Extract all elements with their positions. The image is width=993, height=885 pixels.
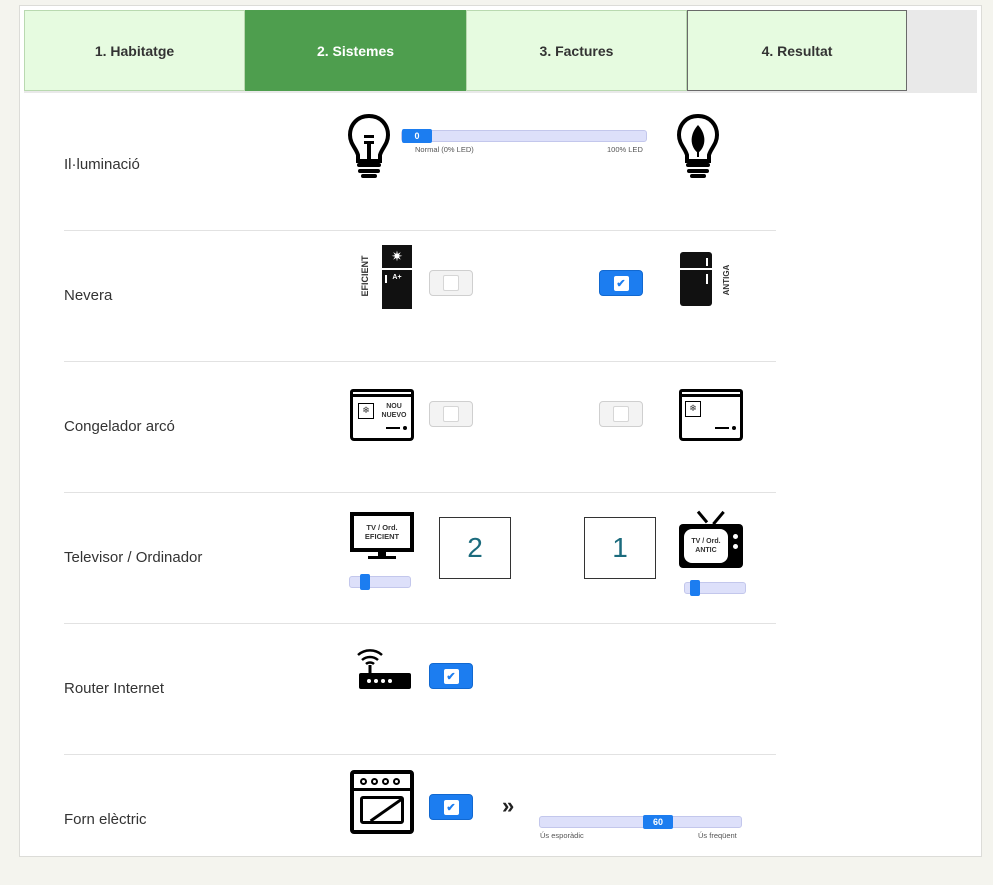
old-fridge-text: ANTIGA	[722, 264, 731, 296]
old-tv-line2: ANTIC	[695, 547, 717, 554]
tv-label: Televisor / Ordinador	[64, 548, 203, 566]
row-oven: Forn elèctric ✔ » 60 Ús esporàdic Ús fre…	[64, 754, 776, 885]
efficient-fridge-text: EFICIENT	[360, 255, 370, 297]
old-freezer-icon: ❄	[679, 389, 743, 441]
wizard-tabs: 1. Habitatge 2. Sistemes 3. Factures 4. …	[24, 10, 977, 93]
chevron-right-icon: »	[502, 793, 515, 818]
oven-max-label: Ús freqüent	[698, 831, 737, 840]
old-fridge-icon: ANTIGA	[680, 250, 738, 310]
router-label: Router Internet	[64, 679, 165, 697]
efficient-tv-line2: EFICIENT	[364, 532, 400, 541]
router-icon	[357, 649, 411, 689]
efficient-tv-count[interactable]: 2	[439, 517, 511, 579]
old-freezer-checkbox[interactable]	[599, 401, 643, 427]
old-tv-slider[interactable]	[684, 580, 746, 596]
check-icon: ✔	[443, 668, 459, 684]
tab-factures[interactable]: 3. Factures	[466, 10, 687, 91]
efficient-tv-line1: TV / Ord.	[366, 523, 398, 532]
oven-min-label: Ús esporàdic	[540, 831, 584, 840]
efficiency-star-icon: ✷	[391, 248, 403, 264]
tab-sistemes[interactable]: 2. Sistemes	[245, 10, 466, 91]
router-checkbox[interactable]: ✔	[429, 663, 473, 689]
old-tv-slider-handle[interactable]	[690, 580, 700, 596]
efficient-fridge-checkbox[interactable]	[429, 270, 473, 296]
row-freezer: Congelador arcó ❄ NOU NUEVO ❄	[64, 361, 776, 493]
tab-habitatge[interactable]: 1. Habitatge	[24, 10, 245, 91]
check-icon: ✔	[443, 799, 459, 815]
oven-icon	[350, 770, 414, 834]
old-fridge-checkbox[interactable]: ✔	[599, 270, 643, 296]
app-page: 1. Habitatge 2. Sistemes 3. Factures 4. …	[19, 5, 982, 857]
energy-class: A+	[392, 274, 402, 281]
new-freezer-line1: NOU	[386, 403, 402, 410]
new-freezer-checkbox[interactable]	[429, 401, 473, 427]
new-freezer-icon: ❄ NOU NUEVO	[350, 389, 414, 441]
freezer-label: Congelador arcó	[64, 417, 175, 435]
efficient-tv-slider-handle[interactable]	[360, 574, 370, 590]
oven-label: Forn elèctric	[64, 810, 147, 828]
row-tv: Televisor / Ordinador TV / Ord. EFICIENT…	[64, 492, 776, 624]
row-fridge: Nevera EFICIENT ✷ A+ ✔ ANTIGA	[64, 230, 776, 362]
old-tv-line1: TV / Ord.	[691, 538, 721, 545]
led-max-label: 100% LED	[607, 145, 643, 154]
eco-lightbulb-icon	[676, 113, 720, 178]
led-slider[interactable]: 0	[401, 129, 647, 143]
old-tv-count[interactable]: 1	[584, 517, 656, 579]
fridge-label: Nevera	[64, 286, 113, 304]
oven-usage-slider[interactable]: 60	[539, 815, 742, 829]
tab-resultat[interactable]: 4. Resultat	[687, 10, 907, 91]
lightbulb-icon	[347, 113, 391, 178]
led-slider-handle[interactable]: 0	[402, 129, 432, 143]
oven-usage-slider-handle[interactable]: 60	[643, 815, 673, 829]
led-min-label: Normal (0% LED)	[415, 145, 474, 154]
check-icon: ✔	[613, 275, 629, 291]
efficient-fridge-icon: EFICIENT ✷ A+	[360, 244, 418, 310]
efficient-tv-icon: TV / Ord. EFICIENT	[350, 512, 414, 564]
row-router: Router Internet ✔	[64, 623, 776, 755]
efficient-tv-slider[interactable]	[349, 574, 411, 590]
snowflake-icon: ❄	[685, 401, 701, 417]
snowflake-icon: ❄	[358, 403, 374, 419]
oven-checkbox[interactable]: ✔	[429, 794, 473, 820]
new-freezer-line2: NUEVO	[381, 412, 407, 419]
row-lighting: Il·luminació 0 Normal (0% LED) 100% LED	[64, 99, 776, 231]
lighting-label: Il·luminació	[64, 155, 140, 173]
old-tv-icon: TV / Ord. ANTIC	[679, 508, 743, 572]
